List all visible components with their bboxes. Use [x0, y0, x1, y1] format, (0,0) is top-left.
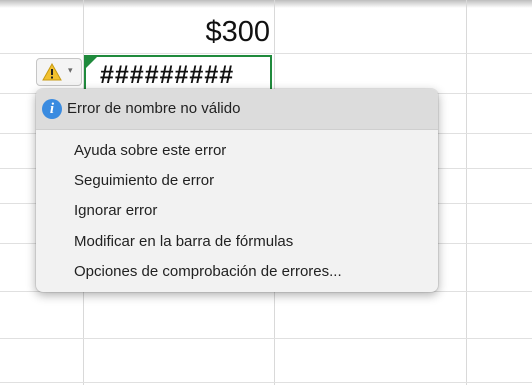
- cell-error-display: #########: [100, 61, 235, 89]
- active-cell[interactable]: #########: [84, 55, 272, 93]
- chevron-down-icon: ▾: [68, 65, 73, 75]
- error-indicator-flag: [86, 57, 97, 68]
- menu-item-trace-error[interactable]: Seguimiento de error: [74, 171, 214, 191]
- menu-item-ignore-error[interactable]: Ignorar error: [74, 201, 157, 221]
- warning-triangle-icon: [42, 63, 62, 81]
- menu-separator: [36, 129, 438, 130]
- row-gridline: [0, 338, 532, 339]
- toolbar-shadow: [0, 0, 532, 8]
- error-options-button[interactable]: ▾: [36, 58, 82, 86]
- column-gridline: [466, 0, 467, 385]
- error-context-menu: i Error de nombre no válido Ayuda sobre …: [36, 89, 438, 292]
- menu-item-help[interactable]: Ayuda sobre este error: [74, 141, 226, 161]
- menu-title: Error de nombre no válido: [67, 100, 241, 117]
- cell-value[interactable]: $300: [88, 12, 270, 52]
- menu-item-edit-formula-bar[interactable]: Modificar en la barra de fórmulas: [74, 232, 293, 252]
- menu-header: i Error de nombre no válido: [36, 89, 438, 129]
- info-icon: i: [42, 99, 62, 119]
- row-gridline: [0, 382, 532, 383]
- menu-item-error-checking-options[interactable]: Opciones de comprobación de errores...: [74, 262, 342, 282]
- row-gridline: [0, 53, 532, 54]
